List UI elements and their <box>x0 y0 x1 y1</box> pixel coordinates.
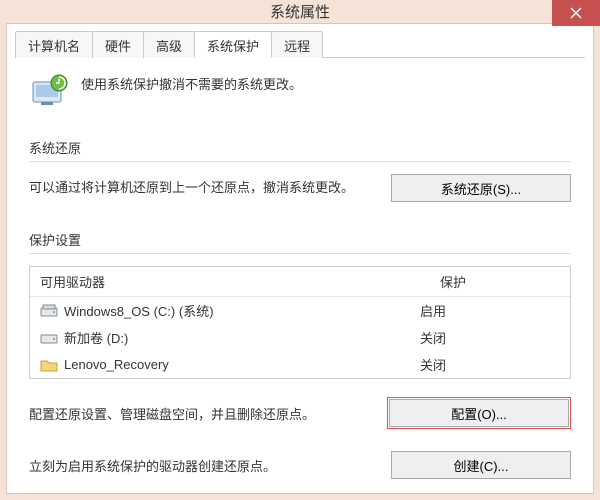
window-title: 系统属性 <box>270 1 330 22</box>
drive-protection: 关闭 <box>420 355 560 374</box>
drive-name: 新加卷 (D:) <box>64 328 128 347</box>
folder-icon <box>40 357 58 373</box>
drive-name: Lenovo_Recovery <box>64 357 169 372</box>
titlebar: 系统属性 <box>0 0 600 23</box>
close-icon <box>570 7 582 19</box>
tab-strip: 计算机名 硬件 高级 系统保护 远程 <box>15 30 585 58</box>
drives-listbox: 可用驱动器 保护 Windows8_OS (C:) (系统) 启用 新加卷 (D… <box>29 266 571 379</box>
highlight-box: 配置(O)... <box>387 397 571 429</box>
system-restore-button[interactable]: 系统还原(S)... <box>391 174 571 202</box>
drives-header: 可用驱动器 保护 <box>30 267 570 297</box>
drive-icon <box>40 330 58 346</box>
col-header-protection: 保护 <box>430 267 570 296</box>
drive-protection: 启用 <box>420 301 560 320</box>
create-row: 立刻为启用系统保护的驱动器创建还原点。 创建(C)... <box>29 451 571 479</box>
configure-description: 配置还原设置、管理磁盘空间，并且删除还原点。 <box>29 404 367 423</box>
drive-protection: 关闭 <box>420 328 560 347</box>
restore-description: 可以通过将计算机还原到上一个还原点，撤消系统更改。 <box>29 178 371 199</box>
shield-icon <box>29 72 69 112</box>
configure-button[interactable]: 配置(O)... <box>389 399 569 427</box>
content-area: 计算机名 硬件 高级 系统保护 远程 使用系统保护撤消不需要的系统更改。 系统还… <box>6 23 594 494</box>
drive-name: Windows8_OS (C:) (系统) <box>64 301 214 320</box>
intro-row: 使用系统保护撤消不需要的系统更改。 <box>29 72 571 112</box>
tab-remote[interactable]: 远程 <box>271 31 323 58</box>
intro-text: 使用系统保护撤消不需要的系统更改。 <box>81 72 302 93</box>
system-protection-pane: 使用系统保护撤消不需要的系统更改。 系统还原 可以通过将计算机还原到上一个还原点… <box>15 58 585 487</box>
col-header-drive: 可用驱动器 <box>30 267 430 296</box>
create-description: 立刻为启用系统保护的驱动器创建还原点。 <box>29 456 371 475</box>
drive-row[interactable]: Windows8_OS (C:) (系统) 启用 <box>30 297 570 324</box>
system-properties-window: 系统属性 计算机名 硬件 高级 系统保护 远程 使用系统保护撤消不需要的系统更改… <box>0 0 600 500</box>
divider <box>29 161 571 162</box>
restore-row: 可以通过将计算机还原到上一个还原点，撤消系统更改。 系统还原(S)... <box>29 174 571 202</box>
section-protect-heading: 保护设置 <box>29 230 571 249</box>
configure-row: 配置还原设置、管理磁盘空间，并且删除还原点。 配置(O)... <box>29 397 571 429</box>
tab-hardware[interactable]: 硬件 <box>92 31 144 58</box>
drive-row[interactable]: Lenovo_Recovery 关闭 <box>30 351 570 378</box>
drive-icon <box>40 303 58 319</box>
close-button[interactable] <box>552 0 600 26</box>
tab-computer-name[interactable]: 计算机名 <box>15 31 93 58</box>
tab-advanced[interactable]: 高级 <box>143 31 195 58</box>
drive-row[interactable]: 新加卷 (D:) 关闭 <box>30 324 570 351</box>
tab-system-protection[interactable]: 系统保护 <box>194 31 272 58</box>
section-restore-heading: 系统还原 <box>29 138 571 157</box>
create-button[interactable]: 创建(C)... <box>391 451 571 479</box>
divider <box>29 253 571 254</box>
